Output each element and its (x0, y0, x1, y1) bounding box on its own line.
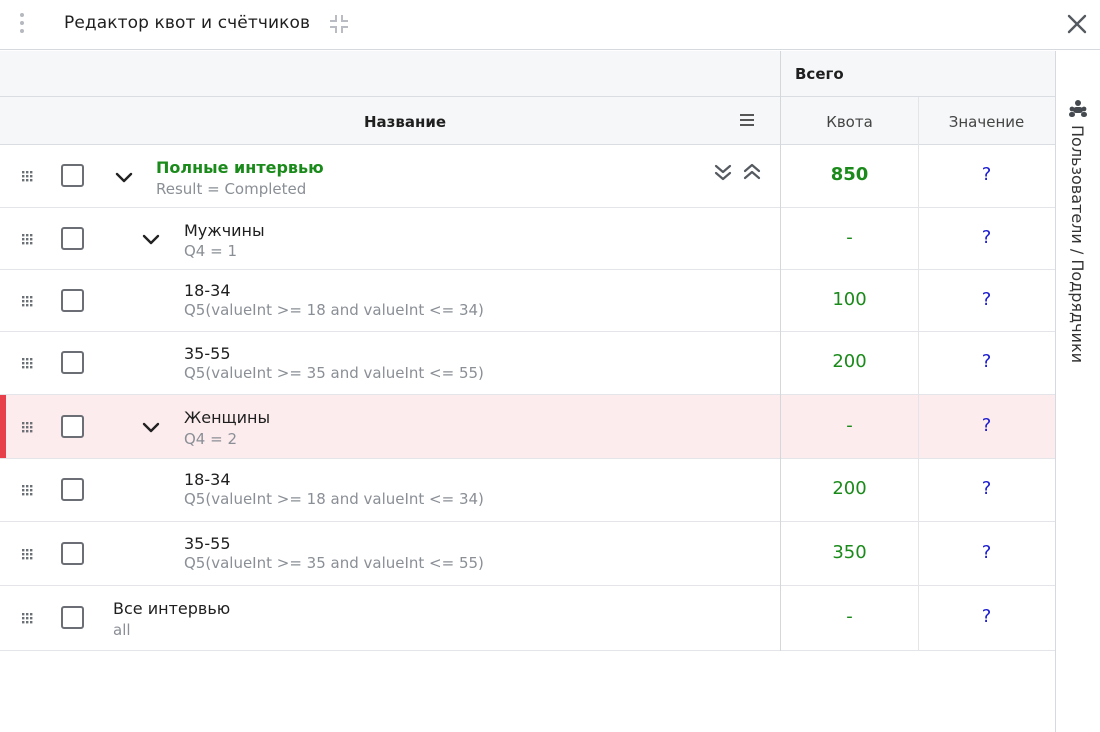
side-tab-label: Пользователи / Подрядчики (1068, 125, 1087, 363)
row-condition: Q5(valueInt >= 18 and valueInt <= 34) (184, 301, 484, 319)
selection-marker (0, 395, 6, 458)
value-cell: ? (981, 542, 992, 563)
table-row[interactable]: 18-34 Q5(valueInt >= 18 and valueInt <= … (0, 270, 1055, 332)
users-contractors-side-tab[interactable]: Пользователи / Подрядчики (1055, 51, 1100, 732)
column-header-name[interactable]: Название (0, 113, 810, 131)
drag-handle-icon[interactable] (21, 294, 35, 308)
row-checkbox[interactable] (61, 289, 84, 312)
drag-handle-icon[interactable] (21, 547, 35, 561)
expand-all-icon[interactable] (713, 162, 733, 182)
row-title: Все интервью (113, 599, 231, 618)
chevron-down-icon[interactable] (141, 420, 161, 434)
drag-handle-icon[interactable] (21, 356, 35, 370)
collapse-icon[interactable] (328, 12, 350, 36)
drag-handle-icon[interactable] (21, 232, 35, 246)
value-cell: ? (981, 227, 992, 248)
total-column-group-label: Всего (795, 65, 844, 83)
quota-cell[interactable]: 850 (781, 164, 918, 185)
row-title: Полные интервью (156, 158, 324, 177)
row-condition: Q4 = 1 (184, 242, 237, 260)
quota-cell[interactable]: 200 (781, 478, 918, 499)
quota-cell[interactable]: 100 (781, 289, 918, 310)
row-checkbox[interactable] (61, 227, 84, 250)
row-checkbox[interactable] (61, 415, 84, 438)
window-title: Редактор квот и счётчиков (64, 13, 311, 33)
column-header-quota[interactable]: Квота (781, 113, 918, 131)
quota-cell[interactable]: - (781, 227, 918, 248)
row-checkbox[interactable] (61, 164, 84, 187)
column-header-value[interactable]: Значение (918, 113, 1055, 131)
row-title: 18-34 (184, 470, 231, 489)
row-title: Женщины (184, 408, 271, 427)
title-bar: Редактор квот и счётчиков (0, 0, 1100, 50)
quota-cell[interactable]: - (781, 606, 918, 627)
row-condition: all (113, 621, 131, 639)
row-checkbox[interactable] (61, 606, 84, 629)
value-cell: ? (981, 289, 992, 310)
value-cell: ? (981, 415, 992, 436)
window-drag-handle-icon[interactable] (14, 12, 30, 36)
row-condition: Q5(valueInt >= 18 and valueInt <= 34) (184, 490, 484, 508)
menu-icon[interactable] (738, 112, 756, 128)
value-cell: ? (981, 478, 992, 499)
table-group-header: Всего (0, 51, 1055, 97)
row-title: 35-55 (184, 534, 231, 553)
table-row[interactable]: Все интервью all - ? (0, 586, 1055, 651)
table-row[interactable]: 18-34 Q5(valueInt >= 18 and valueInt <= … (0, 459, 1055, 522)
value-cell: ? (981, 164, 992, 185)
drag-handle-icon[interactable] (21, 169, 35, 183)
quota-cell[interactable]: 200 (781, 351, 918, 372)
table-row[interactable]: 35-55 Q5(valueInt >= 35 and valueInt <= … (0, 522, 1055, 586)
close-icon[interactable] (1064, 11, 1090, 37)
quota-cell[interactable]: 350 (781, 542, 918, 563)
row-condition: Q5(valueInt >= 35 and valueInt <= 55) (184, 364, 484, 382)
quota-cell[interactable]: - (781, 415, 918, 436)
table-row-selected[interactable]: Женщины Q4 = 2 - ? (0, 395, 1055, 459)
row-title: 35-55 (184, 344, 231, 363)
row-title: 18-34 (184, 281, 231, 300)
row-condition: Q5(valueInt >= 35 and valueInt <= 55) (184, 554, 484, 572)
chevron-down-icon[interactable] (141, 232, 161, 246)
column-divider (918, 97, 919, 651)
users-icon[interactable] (1068, 99, 1088, 121)
collapse-all-icon[interactable] (742, 162, 762, 182)
table-row[interactable]: Мужчины Q4 = 1 - ? (0, 208, 1055, 270)
row-checkbox[interactable] (61, 542, 84, 565)
table-column-header: Название Квота Значение (0, 97, 1055, 145)
drag-handle-icon[interactable] (21, 420, 35, 434)
row-checkbox[interactable] (61, 351, 84, 374)
drag-handle-icon[interactable] (21, 483, 35, 497)
value-cell: ? (981, 606, 992, 627)
row-condition: Result = Completed (156, 180, 307, 198)
row-condition: Q4 = 2 (184, 430, 237, 448)
chevron-down-icon[interactable] (114, 170, 134, 184)
column-divider (780, 51, 781, 651)
table-row[interactable]: Полные интервью Result = Completed 850 ? (0, 145, 1055, 208)
table-row[interactable]: 35-55 Q5(valueInt >= 35 and valueInt <= … (0, 332, 1055, 395)
drag-handle-icon[interactable] (21, 611, 35, 625)
row-checkbox[interactable] (61, 478, 84, 501)
row-title: Мужчины (184, 221, 265, 240)
value-cell: ? (981, 351, 992, 372)
